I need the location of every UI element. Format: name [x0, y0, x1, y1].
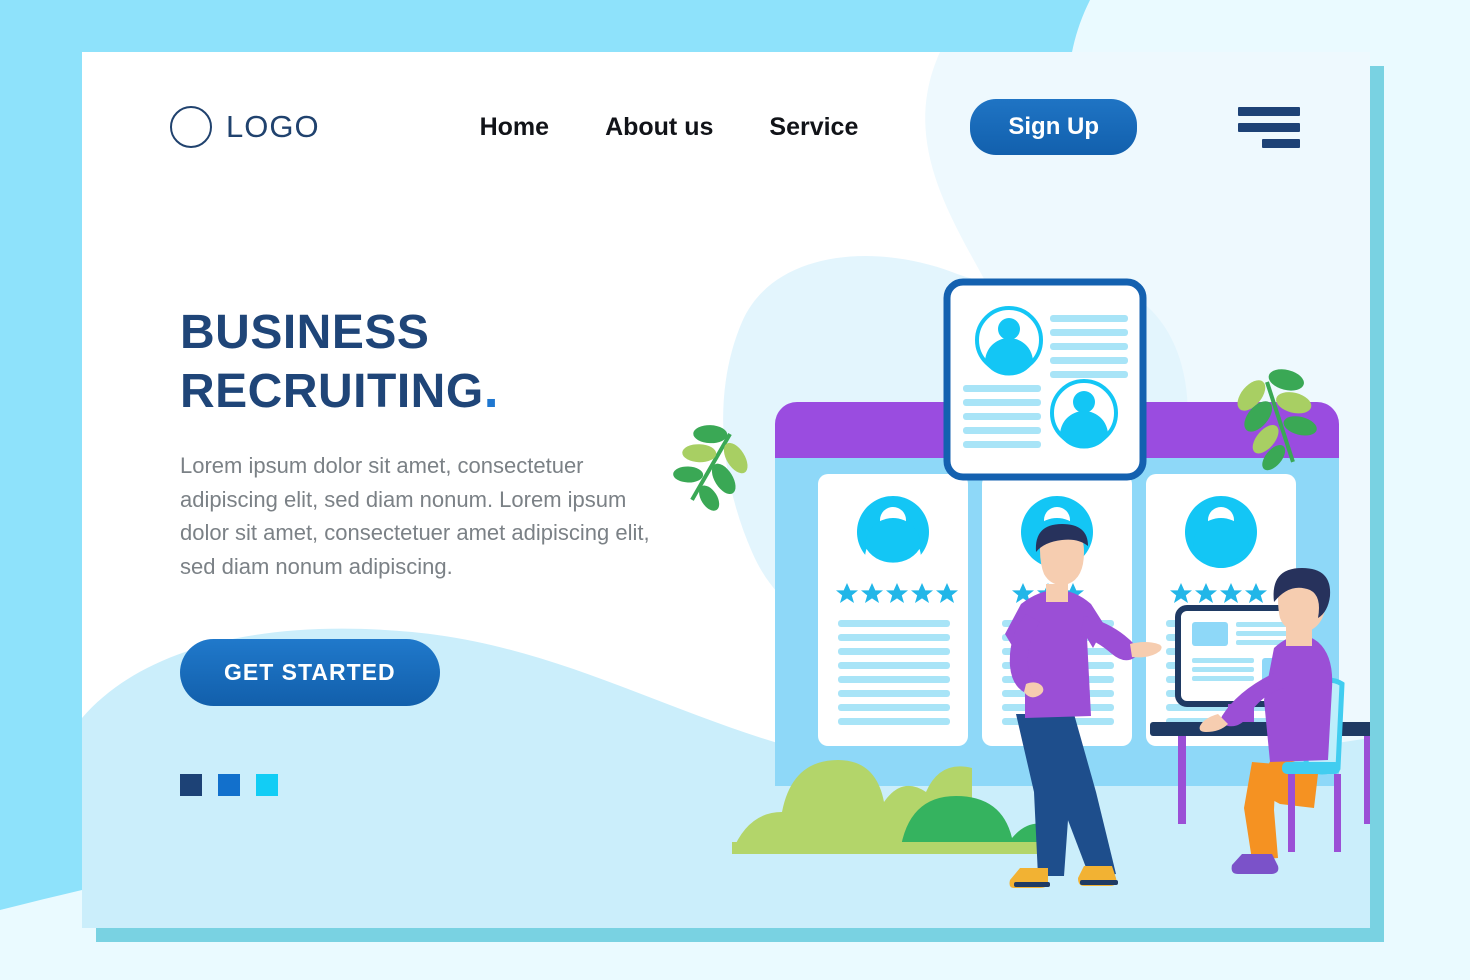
hamburger-bar-2: [1238, 122, 1300, 132]
nav-links: Home About us Service Sign Up: [480, 99, 1138, 155]
page-title-dot: .: [483, 358, 500, 419]
nav-link-home[interactable]: Home: [480, 113, 549, 142]
chair-leg-front: [1288, 774, 1295, 852]
floating-resume-card: [943, 278, 1147, 481]
hamburger-bar-1: [1238, 106, 1300, 116]
page-title-line-2: RECRUITING: [180, 364, 484, 418]
brand-label: LOGO: [226, 109, 320, 144]
pagination-dot-1[interactable]: [180, 773, 202, 796]
brand-logo[interactable]: LOGO: [170, 106, 320, 148]
page-title-line-1: BUSINESS: [180, 306, 430, 359]
chair-seat: [1282, 762, 1340, 774]
page-card: LOGO Home About us Service Sign Up BUSIN…: [82, 52, 1370, 928]
sign-up-button[interactable]: Sign Up: [970, 99, 1138, 155]
get-started-button[interactable]: GET STARTED: [180, 638, 440, 706]
hamburger-bar-3: [1262, 138, 1300, 148]
nav-link-about-us[interactable]: About us: [605, 113, 713, 142]
pagination-dots: [180, 773, 680, 796]
navbar: LOGO Home About us Service Sign Up: [82, 52, 1370, 202]
hero-paragraph: Lorem ipsum dolor sit amet, consectetuer…: [180, 453, 650, 579]
hero-section: BUSINESS RECRUITING. Lorem ipsum dolor s…: [180, 306, 680, 796]
circle-outline-icon: [170, 106, 212, 148]
nav-link-service[interactable]: Service: [769, 113, 858, 142]
pagination-dot-3[interactable]: [256, 773, 278, 796]
business-recruiting-illustration: [622, 202, 1370, 928]
pagination-dot-2[interactable]: [218, 773, 240, 796]
hamburger-menu-icon[interactable]: [1238, 106, 1300, 148]
chair-leg-back: [1334, 774, 1341, 852]
desk-leg-right: [1364, 736, 1370, 824]
desk-leg-left: [1178, 736, 1186, 824]
profile-card-1: [818, 474, 968, 746]
page-title: BUSINESS RECRUITING.: [180, 306, 680, 419]
